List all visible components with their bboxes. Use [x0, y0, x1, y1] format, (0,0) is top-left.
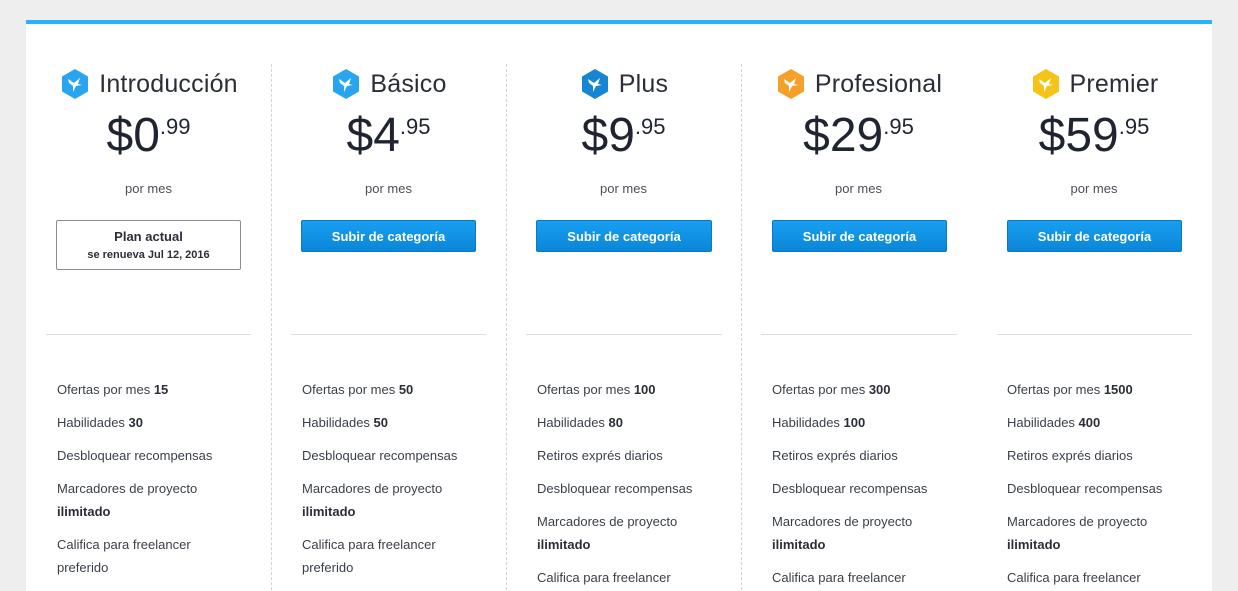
hummingbird-icon [777, 69, 804, 99]
feature-item: Habilidades 100 [772, 415, 866, 430]
feature-item: Retiros exprés diarios [537, 448, 663, 463]
hummingbird-icon [333, 69, 360, 99]
feature-item: Desbloquear recompensas [772, 481, 928, 496]
price-cents: .95 [634, 114, 666, 139]
feature-item: Desbloquear recompensas [537, 481, 693, 496]
feature-item: Califica para freelancer [1007, 570, 1141, 585]
upgrade-button[interactable]: Subir de categoría [301, 220, 476, 252]
current-plan-box: Plan actual se renueva Jul 12, 2016 [56, 220, 241, 270]
feature-item: Califica para freelancer preferido [302, 537, 436, 575]
plan-header: Básico [271, 66, 506, 102]
feature-item: Califica para freelancer [772, 570, 906, 585]
feature-item: Ofertas por mes 1500 [1007, 382, 1133, 397]
feature-item: Califica para freelancer preferido [57, 537, 191, 575]
price-amount: $59 [1038, 109, 1119, 162]
feature-item: Ofertas por mes 15 [57, 382, 169, 397]
plan-introduccion: Introducción $0.99 por mes Plan actual s… [26, 24, 271, 591]
feature-item: Habilidades 50 [302, 415, 389, 430]
feature-item: Ofertas por mes 50 [302, 382, 414, 397]
current-plan-label: Plan actual [114, 229, 183, 244]
plan-price: $59.95 [976, 112, 1212, 172]
price-amount: $0 [106, 109, 160, 162]
hummingbird-icon [1032, 69, 1059, 99]
feature-item: Habilidades 30 [57, 415, 144, 430]
feature-list: Ofertas por mes 1500 Habilidades 400 Ret… [1007, 378, 1197, 591]
price-cents: .95 [1118, 114, 1150, 139]
feature-item: Califica para freelancer [537, 570, 671, 585]
plan-premier: Premier $59.95 por mes Subir de categorí… [976, 24, 1212, 591]
feature-list: Ofertas por mes 15 Habilidades 30 Desblo… [57, 378, 257, 589]
hummingbird-icon [581, 69, 608, 99]
price-period: por mes [1070, 181, 1118, 196]
section-divider [761, 334, 957, 335]
plan-basico: Básico $4.95 por mes Subir de categoría … [271, 24, 506, 591]
upgrade-button[interactable]: Subir de categoría [772, 220, 947, 252]
plan-name: Profesional [814, 69, 943, 98]
hummingbird-icon [62, 69, 89, 99]
price-amount: $4 [346, 109, 400, 162]
plan-header: Premier [976, 66, 1212, 102]
feature-list: Ofertas por mes 300 Habilidades 100 Reti… [772, 378, 962, 591]
feature-item: Retiros exprés diarios [772, 448, 898, 463]
plan-header: Profesional [741, 66, 976, 102]
section-divider [291, 334, 486, 335]
plan-profesional: Profesional $29.95 por mes Subir de cate… [741, 24, 976, 591]
plan-name: Plus [618, 69, 669, 98]
price-period: por mes [835, 181, 882, 196]
plan-plus: Plus $9.95 por mes Subir de categoría Of… [506, 24, 741, 591]
price-cents: .99 [159, 114, 191, 139]
feature-item: Desbloquear recompensas [302, 448, 458, 463]
feature-list: Ofertas por mes 50 Habilidades 50 Desblo… [302, 378, 492, 589]
section-divider [526, 334, 722, 335]
feature-item: Desbloquear recompensas [1007, 481, 1163, 496]
plan-name: Premier [1069, 69, 1159, 98]
pricing-card: Introducción $0.99 por mes Plan actual s… [26, 20, 1212, 591]
plan-header: Plus [506, 66, 741, 102]
price-amount: $9 [581, 109, 635, 162]
plans-container: Introducción $0.99 por mes Plan actual s… [26, 24, 1212, 591]
feature-item: Marcadores de proyecto ilimitado [772, 514, 913, 552]
price-period: por mes [600, 181, 647, 196]
feature-item: Marcadores de proyecto ilimitado [537, 514, 678, 552]
plan-name: Básico [370, 69, 447, 98]
upgrade-button[interactable]: Subir de categoría [536, 220, 712, 252]
price-period: por mes [365, 181, 412, 196]
plan-price: $4.95 [271, 112, 506, 172]
feature-item: Marcadores de proyecto ilimitado [1007, 514, 1148, 552]
plan-name: Introducción [99, 69, 238, 98]
feature-item: Retiros exprés diarios [1007, 448, 1133, 463]
feature-list: Ofertas por mes 100 Habilidades 80 Retir… [537, 378, 727, 591]
section-divider [46, 334, 251, 335]
renewal-date: se renueva Jul 12, 2016 [87, 249, 210, 261]
feature-item: Ofertas por mes 100 [537, 382, 656, 397]
plan-header: Introducción [26, 66, 271, 102]
plan-price: $0.99 [26, 112, 271, 172]
price-amount: $29 [803, 109, 884, 162]
plan-price: $29.95 [741, 112, 976, 172]
section-divider [997, 334, 1192, 335]
feature-item: Marcadores de proyecto ilimitado [57, 481, 198, 519]
upgrade-button[interactable]: Subir de categoría [1007, 220, 1182, 252]
feature-item: Marcadores de proyecto ilimitado [302, 481, 443, 519]
price-period: por mes [125, 181, 172, 196]
feature-item: Habilidades 80 [537, 415, 624, 430]
feature-item: Desbloquear recompensas [57, 448, 213, 463]
feature-item: Ofertas por mes 300 [772, 382, 891, 397]
price-cents: .95 [399, 114, 431, 139]
plan-price: $9.95 [506, 112, 741, 172]
price-cents: .95 [883, 114, 914, 139]
feature-item: Habilidades 400 [1007, 415, 1101, 430]
